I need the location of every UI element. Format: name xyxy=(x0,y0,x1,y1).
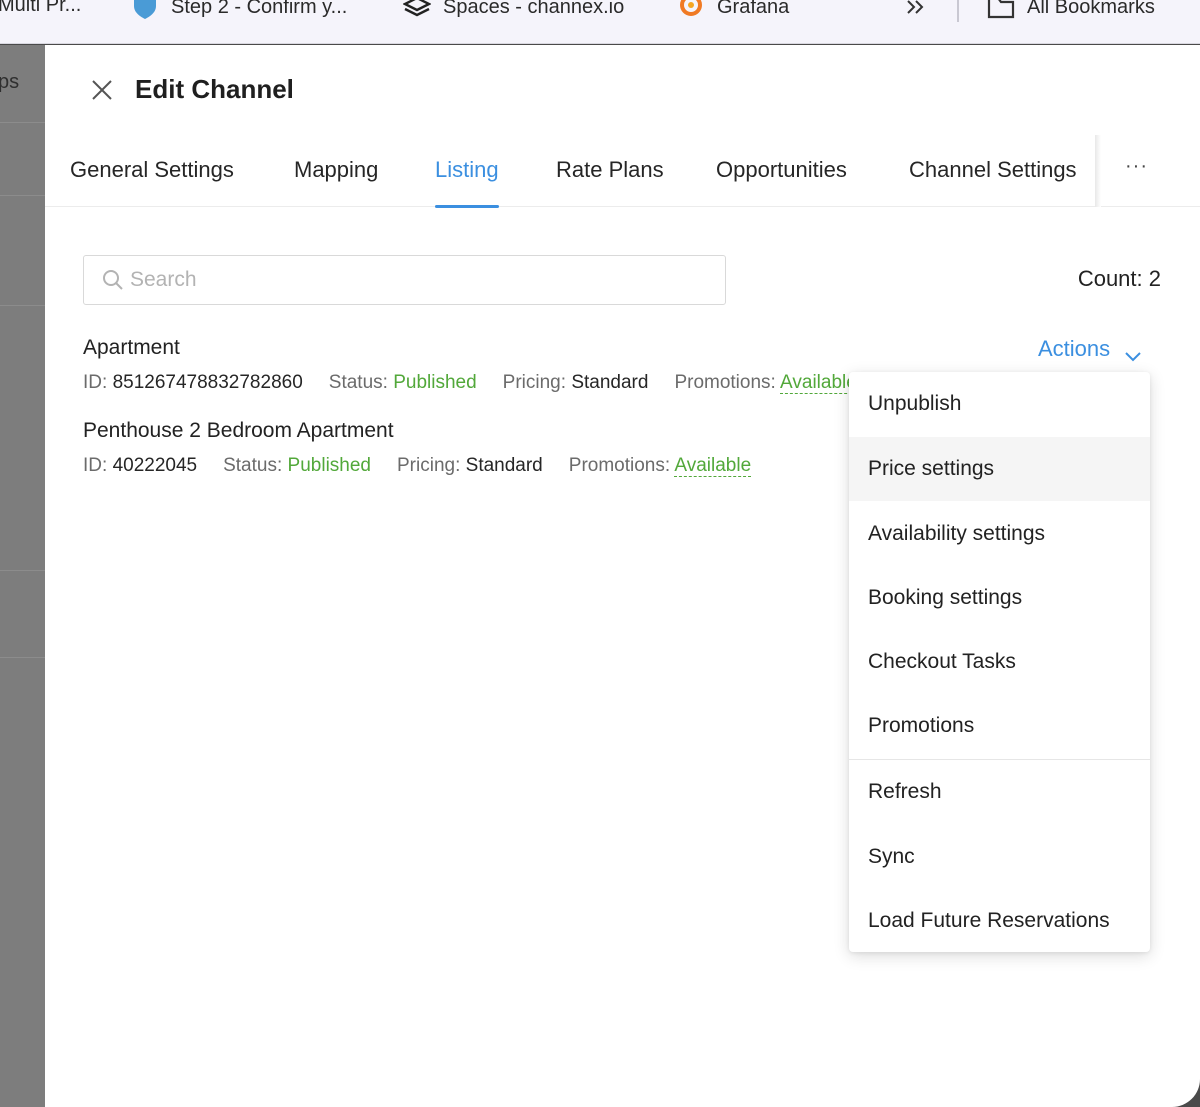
tab-general-settings[interactable]: General Settings xyxy=(70,157,234,207)
bookmarks-separator xyxy=(957,0,959,22)
menu-item-sync[interactable]: Sync xyxy=(849,825,1150,889)
drawer-title: Edit Channel xyxy=(135,74,294,104)
tab-opportunities[interactable]: Opportunities xyxy=(716,157,847,207)
actions-dropdown-button[interactable]: Actions xyxy=(1038,336,1142,362)
stack-icon xyxy=(402,0,432,20)
backdrop-divider xyxy=(0,305,45,306)
backdrop-divider xyxy=(0,657,45,658)
search-input[interactable] xyxy=(130,256,710,304)
double-chevron-right-icon[interactable] xyxy=(905,0,927,20)
id-label: ID: xyxy=(83,372,108,393)
listing-meta: ID: 851267478832782860 Status: Published… xyxy=(83,372,883,394)
tab-channel-settings[interactable]: Channel Settings xyxy=(909,157,1077,207)
shield-icon xyxy=(131,0,159,20)
pricing-label: Pricing: xyxy=(397,455,461,476)
search-field[interactable] xyxy=(83,255,726,305)
drawer-header: Edit Channel xyxy=(45,45,1200,135)
promotions-link[interactable]: Available xyxy=(674,455,752,477)
listing-count: Count: 2 xyxy=(1077,266,1161,291)
status-value: Published xyxy=(393,372,477,393)
promotions-label: Promotions: xyxy=(568,455,671,476)
grafana-icon xyxy=(677,0,705,20)
all-bookmarks-button[interactable]: All Bookmarks xyxy=(987,0,1155,20)
bookmark-grafana[interactable]: Grafana xyxy=(677,0,789,20)
tabs-scroll-shadow xyxy=(1095,135,1101,207)
actions-label: Actions xyxy=(1038,336,1111,361)
chevron-down-icon xyxy=(1124,343,1142,362)
actions-menu: Unpublish Price settings Availability se… xyxy=(849,372,1150,952)
bookmark-step-2[interactable]: Step 2 - Confirm y... xyxy=(131,0,347,20)
pricing-label: Pricing: xyxy=(502,372,567,393)
menu-item-unpublish[interactable]: Unpublish xyxy=(849,372,1150,436)
tab-listing[interactable]: Listing xyxy=(435,157,499,208)
menu-item-promotions[interactable]: Promotions xyxy=(849,694,1150,758)
bookmark-multi-pr[interactable]: Multi Pr... xyxy=(0,0,81,17)
list-item: Penthouse 2 Bedroom Apartment ID: 402220… xyxy=(83,419,777,477)
listing-meta: ID: 40222045 Status: Published Pricing: … xyxy=(83,455,777,477)
pricing-value: Standard xyxy=(465,455,543,476)
tab-bar: General Settings Mapping Listing Rate Pl… xyxy=(45,135,1200,208)
menu-item-checkout-tasks[interactable]: Checkout Tasks xyxy=(849,630,1150,694)
backdrop-divider xyxy=(0,570,45,571)
page-backdrop[interactable]: ps xyxy=(0,45,45,1107)
menu-item-price-settings[interactable]: Price settings xyxy=(849,437,1150,501)
listing-id: 851267478832782860 xyxy=(112,372,303,393)
bookmarks-bar: Multi Pr... Step 2 - Confirm y... Spaces… xyxy=(0,0,1200,44)
id-label: ID: xyxy=(83,455,108,476)
bookmark-spaces-channex[interactable]: Spaces - channex.io xyxy=(402,0,624,20)
search-icon xyxy=(102,269,124,291)
promotions-link[interactable]: Available xyxy=(780,372,857,394)
status-label: Status: xyxy=(328,372,388,393)
tab-mapping[interactable]: Mapping xyxy=(294,157,378,207)
menu-item-refresh[interactable]: Refresh xyxy=(849,760,1150,824)
folder-icon xyxy=(987,0,1015,20)
listing-name: Apartment xyxy=(83,336,180,359)
menu-item-booking-settings[interactable]: Booking settings xyxy=(849,566,1150,630)
close-icon[interactable] xyxy=(90,78,114,102)
status-value: Published xyxy=(287,455,371,476)
menu-item-load-future-reservations[interactable]: Load Future Reservations xyxy=(849,889,1150,952)
tab-rate-plans[interactable]: Rate Plans xyxy=(556,157,664,207)
status-label: Status: xyxy=(223,455,283,476)
menu-item-availability-settings[interactable]: Availability settings xyxy=(849,502,1150,566)
backdrop-divider xyxy=(0,122,45,123)
more-tabs-icon[interactable]: ··· xyxy=(1125,155,1148,178)
promotions-label: Promotions: xyxy=(674,372,776,393)
pricing-value: Standard xyxy=(571,372,649,393)
backdrop-partial-text: ps xyxy=(0,71,20,93)
listing-name: Penthouse 2 Bedroom Apartment xyxy=(83,419,394,442)
list-item: Apartment ID: 851267478832782860 Status:… xyxy=(83,336,883,394)
listing-id: 40222045 xyxy=(112,455,198,476)
backdrop-divider xyxy=(0,195,45,196)
